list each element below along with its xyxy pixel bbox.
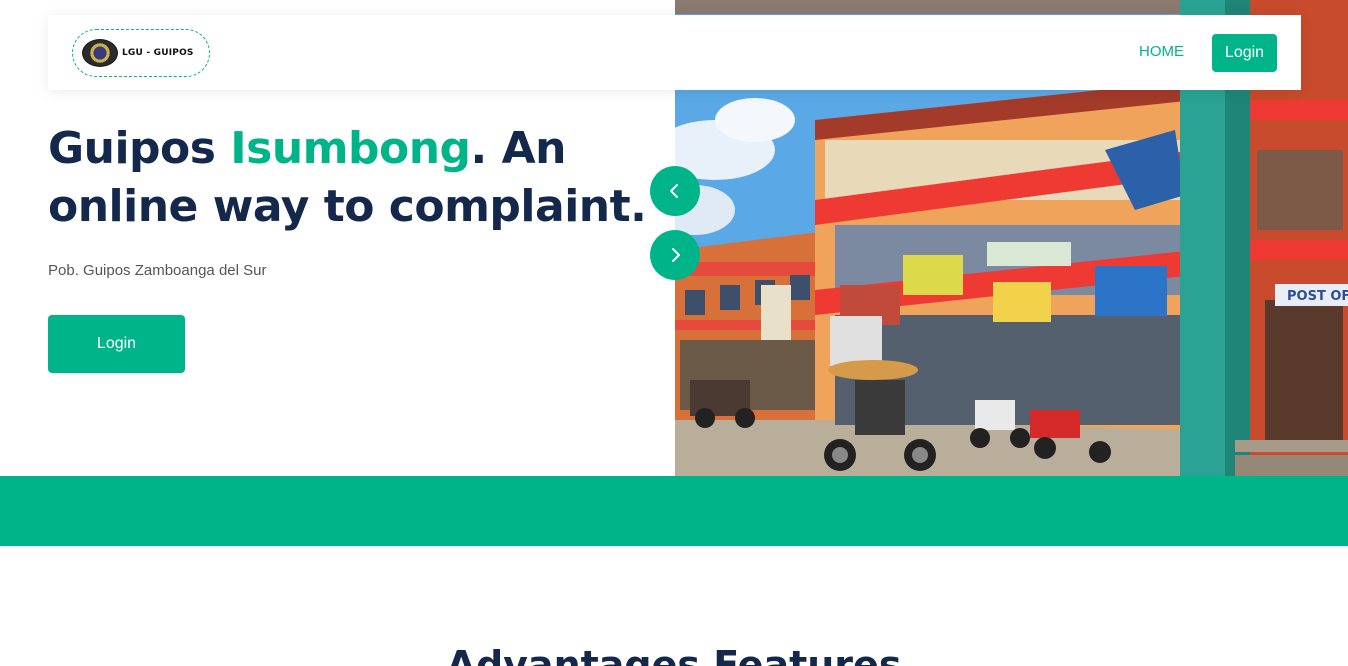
lgu-seal-icon (82, 39, 118, 67)
carousel-next-button[interactable] (650, 230, 700, 280)
hero-section: POST OF LGU - GUIPOS HOME Login Guipos I… (0, 0, 1348, 476)
logo[interactable]: LGU - GUIPOS (72, 29, 210, 77)
headline-part1: Guipos (48, 123, 231, 174)
headline-accent: Isumbong (230, 123, 471, 174)
nav-login-button[interactable]: Login (1212, 34, 1277, 72)
hero-login-button[interactable]: Login (48, 315, 185, 373)
chevron-left-icon (670, 184, 678, 198)
carousel-prev-button[interactable] (650, 166, 700, 216)
logo-text: LGU - GUIPOS (122, 48, 194, 58)
hero-headline: Guipos Isumbong. An online way to compla… (48, 120, 658, 236)
accent-band (0, 476, 1348, 546)
nav-home-link[interactable]: HOME (1139, 43, 1184, 60)
chevron-right-icon (672, 248, 680, 262)
navbar: LGU - GUIPOS HOME Login (48, 15, 1301, 90)
post-office-sign: POST OF (1287, 289, 1348, 304)
hero-subtitle: Pob. Guipos Zamboanga del Sur (48, 262, 267, 279)
features-section-title: Advantages Features (446, 643, 902, 666)
